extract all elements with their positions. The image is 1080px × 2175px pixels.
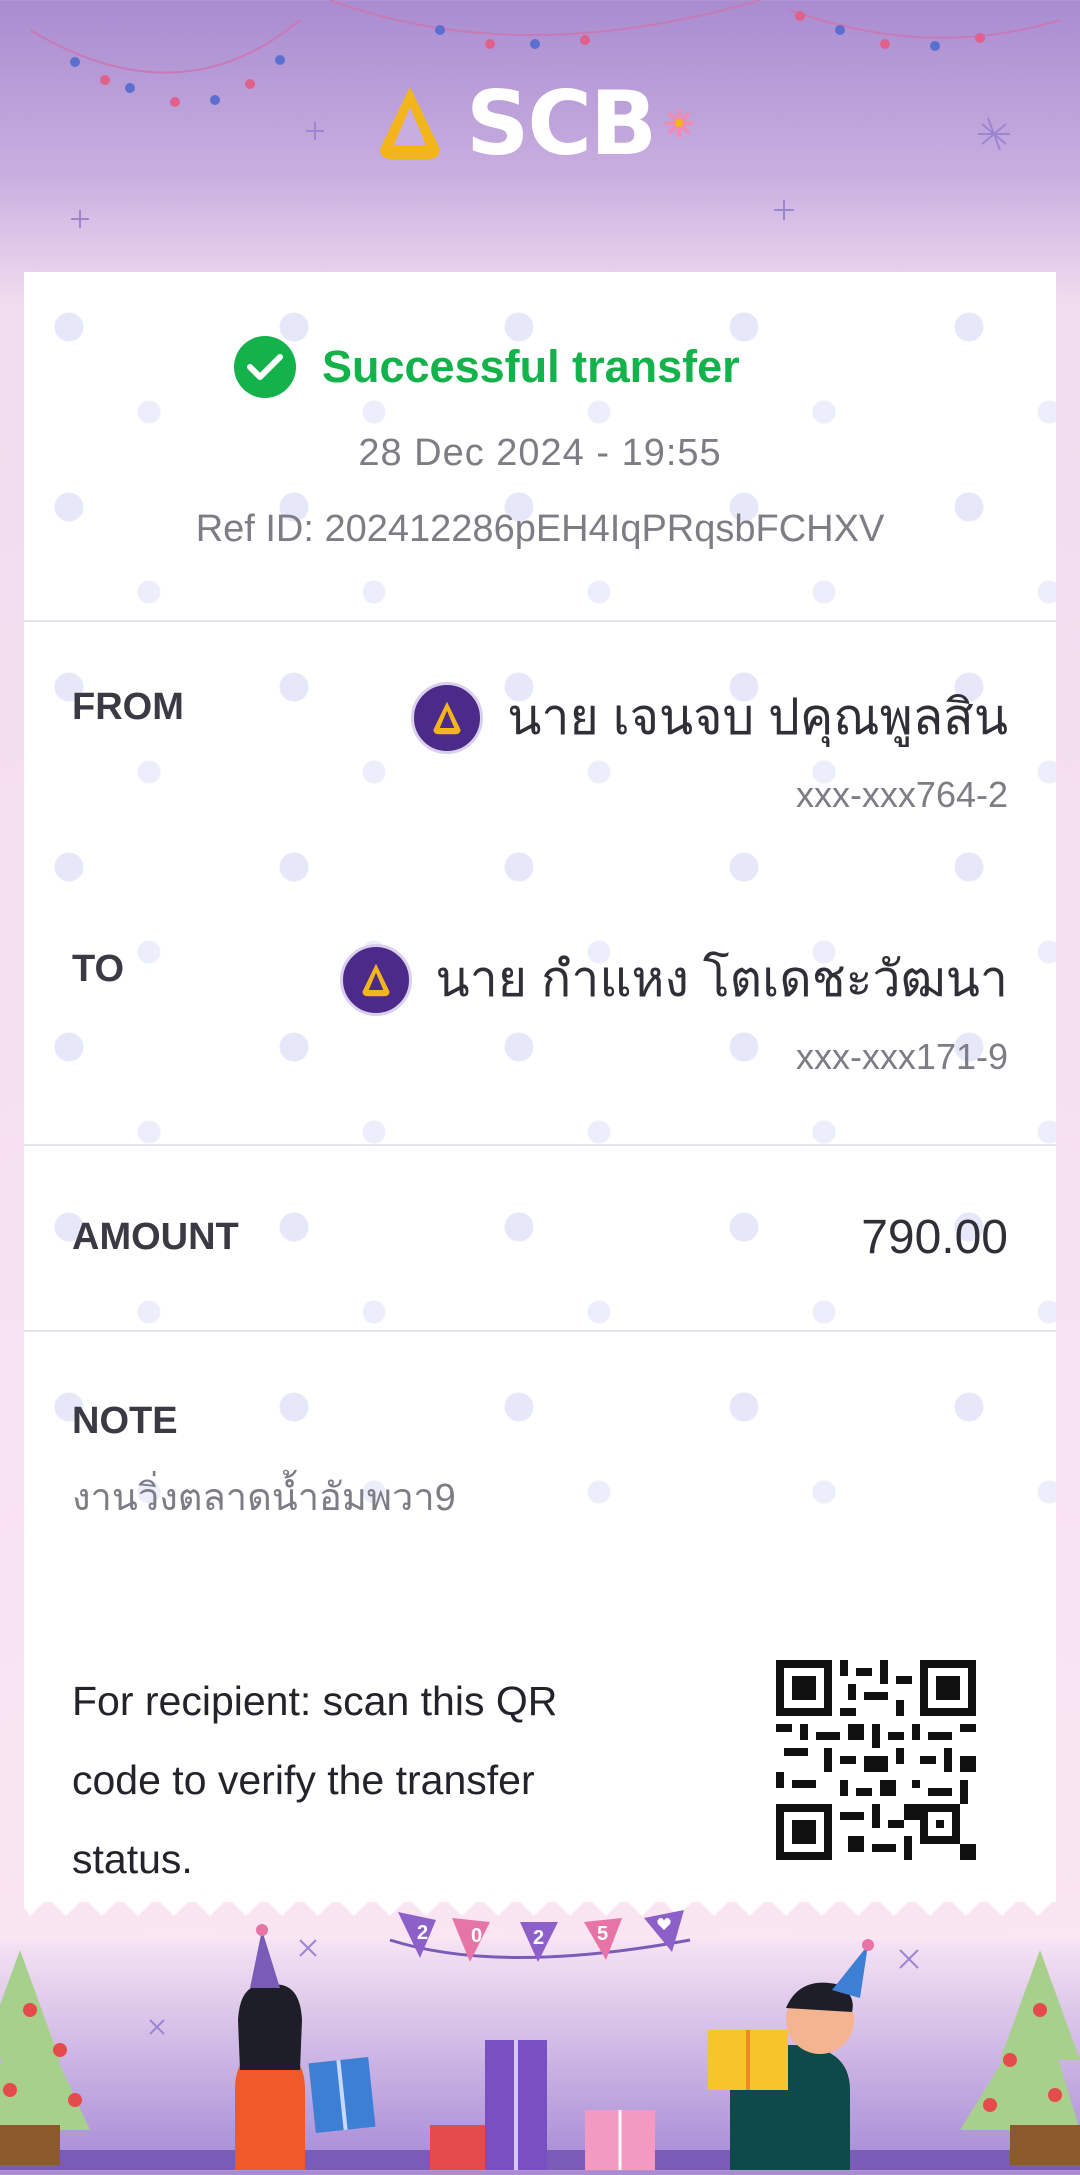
new-year-celebration-illustration: 2 0 2 5 [0, 1910, 1080, 2170]
note-value: งานวิ่งตลาดน้ำอัมพวา9 [72, 1477, 456, 1519]
from-name: นาย เจนจบ ปคุณพูลสิน [507, 689, 1008, 745]
status-banner: Successful transfer [234, 336, 740, 398]
ref-value: 202412286pEH4IqPRqsbFCHXV [324, 508, 885, 550]
bank-avatar-icon [339, 943, 412, 1016]
header-banner: SCB [0, 0, 1080, 275]
sparkle-icon [665, 109, 694, 137]
status-text: Successful transfer [322, 341, 740, 392]
logo-wordmark: SCB [466, 71, 657, 175]
qr-code[interactable] [776, 1660, 976, 1860]
transfer-datetime: 28 Dec 2024 - 19:55 [358, 432, 722, 474]
flag-digit: 2 [533, 1927, 544, 1949]
to-account: xxx-xxx171-9 [795, 1036, 1008, 1077]
from-account: xxx-xxx764-2 [795, 774, 1008, 815]
note-label: NOTE [72, 1400, 178, 1442]
from-label: FROM [72, 686, 184, 728]
bank-avatar-icon [411, 681, 484, 754]
flag-digit: 2 [417, 1922, 428, 1944]
flag-digit: 0 [471, 1925, 482, 1947]
divider [24, 1330, 1056, 1332]
footer-illustration: 2 0 2 5 [0, 1900, 1080, 2170]
amount-value: 790.00 [861, 1211, 1008, 1264]
from-party: นาย เจนจบ ปคุณพูลสิน [411, 678, 1008, 757]
to-label: TO [72, 948, 125, 990]
scb-logo-icon [380, 87, 440, 159]
divider [24, 1144, 1056, 1146]
ref-label: Ref ID: [195, 508, 314, 550]
check-circle-icon [234, 336, 296, 398]
divider [24, 620, 1056, 622]
flag-digit: 5 [597, 1923, 608, 1945]
receipt-card: Successful transfer 28 Dec 2024 - 19:55 … [24, 272, 1056, 1902]
scb-logo: SCB [368, 72, 697, 175]
qr-instruction: For recipient: scan this QR code to veri… [72, 1678, 558, 1882]
amount-label: AMOUNT [72, 1216, 239, 1258]
to-name: นาย กำแหง โตเดชะวัฒนา [435, 951, 1008, 1007]
to-party: นาย กำแหง โตเดชะวัฒนา [339, 940, 1008, 1019]
reference-id: Ref ID: 202412286pEH4IqPRqsbFCHXV [24, 508, 1056, 551]
